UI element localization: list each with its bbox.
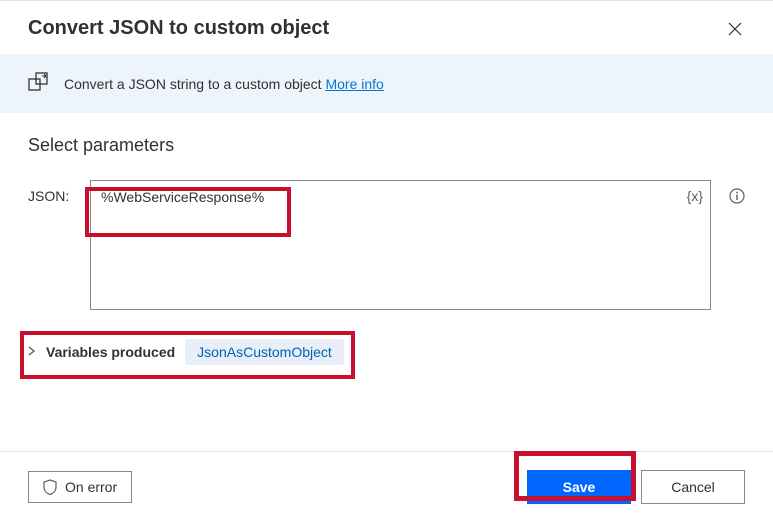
- info-icon[interactable]: [729, 188, 745, 204]
- cancel-button[interactable]: Cancel: [641, 470, 745, 504]
- json-input[interactable]: [90, 180, 711, 310]
- dialog: Convert JSON to custom object Convert a …: [0, 0, 773, 522]
- content-area: Select parameters JSON: {x} Variables pr…: [0, 113, 773, 451]
- json-param-row: JSON: {x}: [28, 180, 745, 313]
- close-icon: [728, 22, 742, 36]
- on-error-label: On error: [65, 479, 117, 495]
- more-info-link[interactable]: More info: [325, 76, 383, 92]
- section-title: Select parameters: [28, 135, 745, 156]
- dialog-footer: On error Save Cancel: [0, 451, 773, 522]
- variables-produced-label: Variables produced: [46, 344, 175, 360]
- json-input-wrap: {x}: [90, 180, 711, 313]
- convert-icon: [28, 72, 50, 95]
- variables-produced-row[interactable]: Variables produced JsonAsCustomObject: [28, 339, 745, 365]
- dialog-header: Convert JSON to custom object: [0, 1, 773, 54]
- banner-text-wrap: Convert a JSON string to a custom object…: [64, 76, 384, 92]
- info-banner: Convert a JSON string to a custom object…: [0, 54, 773, 113]
- footer-buttons: Save Cancel: [527, 470, 745, 504]
- banner-text: Convert a JSON string to a custom object: [64, 76, 325, 92]
- on-error-button[interactable]: On error: [28, 471, 132, 503]
- dialog-title: Convert JSON to custom object: [28, 17, 329, 40]
- variable-chip[interactable]: JsonAsCustomObject: [185, 339, 344, 365]
- shield-icon: [43, 479, 57, 495]
- chevron-right-icon[interactable]: [28, 346, 36, 359]
- info-icon-wrap: [729, 180, 745, 207]
- json-label: JSON:: [28, 180, 72, 204]
- save-button[interactable]: Save: [527, 470, 631, 504]
- insert-variable-icon[interactable]: {x}: [687, 188, 703, 204]
- close-button[interactable]: [725, 19, 745, 39]
